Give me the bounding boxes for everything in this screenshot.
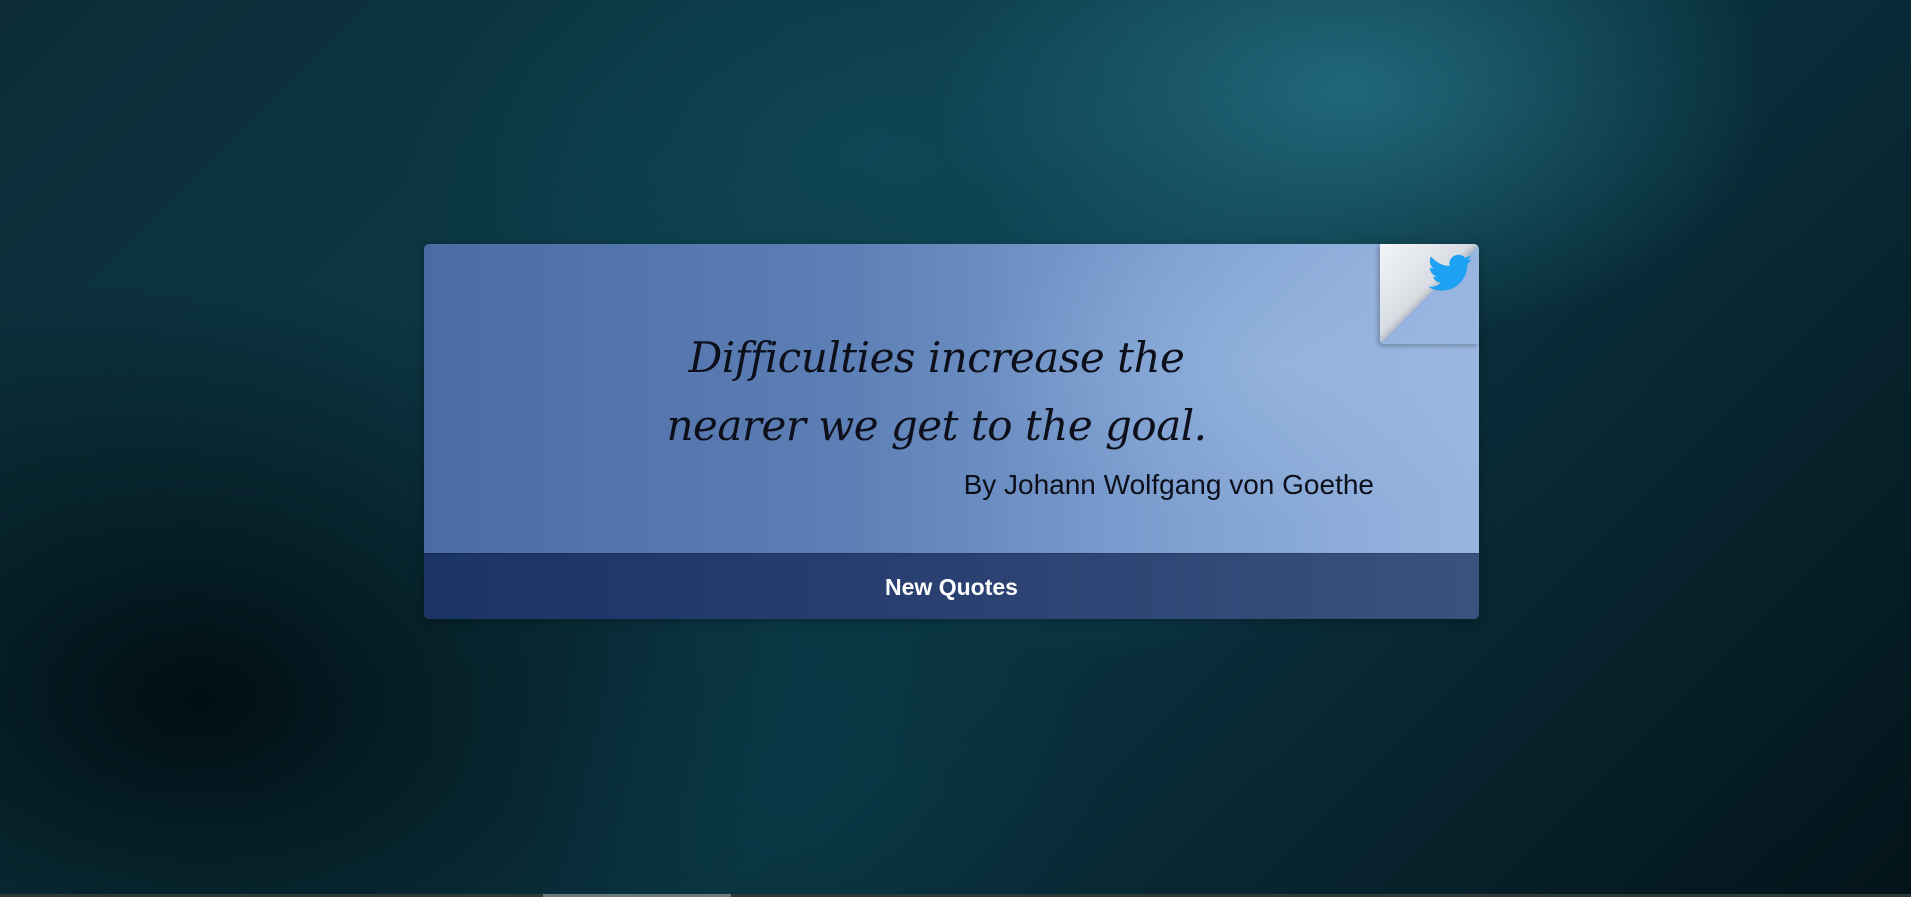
quote-panel: Difficulties increase the nearer we get …: [424, 244, 1479, 553]
tweet-button[interactable]: [1380, 244, 1479, 344]
new-quote-button[interactable]: New Quotes: [424, 553, 1479, 619]
quote-author: By Johann Wolfgang von Goethe: [963, 469, 1374, 500]
quote-line: nearer we get to the goal.: [666, 401, 1207, 450]
quote-line: Difficulties increase the: [688, 333, 1185, 382]
quote-card: Difficulties increase the nearer we get …: [424, 244, 1479, 619]
quote-text: Difficulties increase the nearer we get …: [424, 324, 1464, 460]
twitter-bird-icon: [1428, 254, 1472, 291]
